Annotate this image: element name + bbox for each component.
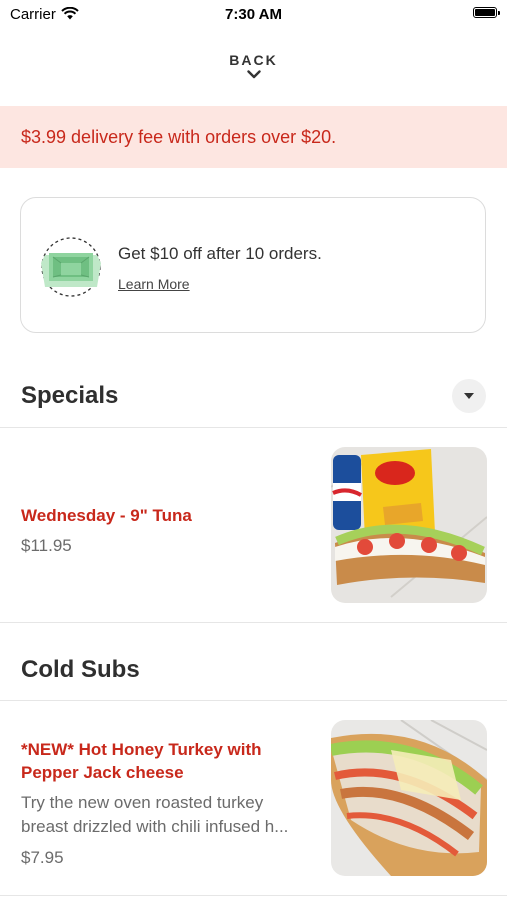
- delivery-fee-banner: $3.99 delivery fee with orders over $20.: [0, 106, 507, 168]
- menu-item-price: $11.95: [21, 536, 72, 555]
- menu-item-price: $7.95: [21, 848, 64, 867]
- back-label: BACK: [229, 52, 278, 68]
- divider: [0, 895, 507, 896]
- menu-item-name: Wednesday - 9" Tuna: [21, 506, 192, 525]
- turkey-sub-image: [331, 720, 487, 876]
- divider: [0, 700, 507, 701]
- promo-text: Get $10 off after 10 orders.: [118, 244, 322, 263]
- tuna-sub-image: [331, 447, 487, 603]
- learn-more-link[interactable]: Learn More: [118, 276, 190, 292]
- battery-icon: [473, 7, 500, 18]
- divider: [0, 622, 507, 623]
- menu-item-description: Try the new oven roasted turkey breast d…: [21, 793, 289, 836]
- menu-item-name: *NEW* Hot Honey Turkey with Pepper Jack …: [21, 740, 262, 782]
- status-time: 7:30 AM: [225, 6, 282, 23]
- chevron-down-icon: [246, 70, 261, 79]
- status-bar: Carrier 7:30 AM: [0, 0, 507, 30]
- section-title-specials: Specials: [21, 382, 119, 409]
- section-collapse-button[interactable]: [452, 379, 486, 413]
- triangle-down-icon: [464, 393, 474, 399]
- rewards-promo-card[interactable]: Get $10 off after 10 orders. Learn More: [20, 197, 486, 333]
- rewards-box-icon: [39, 235, 103, 299]
- delivery-fee-text: $3.99 delivery fee with orders over $20.: [21, 127, 337, 147]
- back-button[interactable]: BACK: [0, 52, 507, 79]
- section-title-cold-subs: Cold Subs: [21, 656, 140, 683]
- divider: [0, 427, 507, 428]
